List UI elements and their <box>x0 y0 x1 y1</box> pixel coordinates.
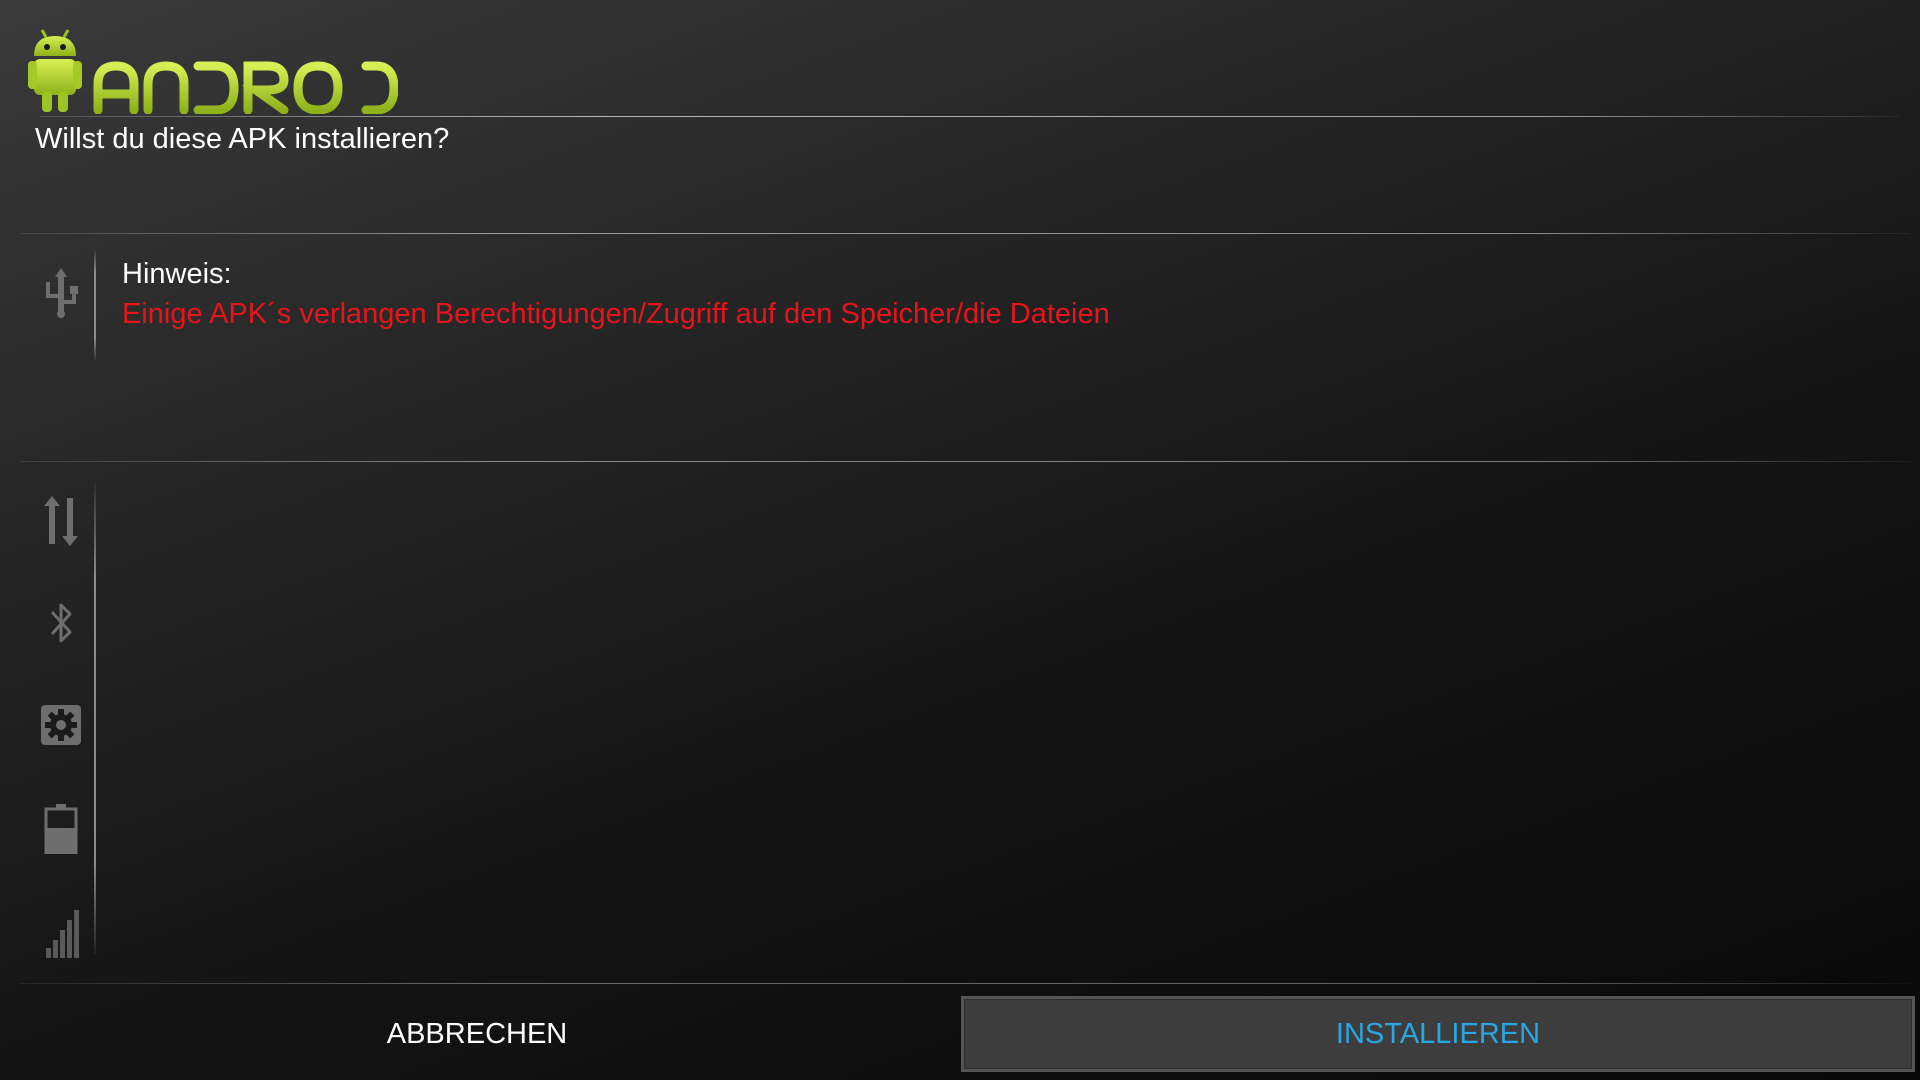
bluetooth-icon <box>38 598 84 648</box>
sidebar-separator <box>94 484 96 954</box>
android-logo <box>28 26 399 115</box>
notice-message: Einige APK´s verlangen Berechtigungen/Zu… <box>122 298 1110 330</box>
settings-icon <box>38 700 84 750</box>
install-question: Willst du diese APK installieren? <box>35 123 450 155</box>
notice-separator <box>94 250 96 360</box>
android-robot-icon <box>28 29 399 115</box>
header-divider <box>40 116 1900 117</box>
signal-icon <box>38 908 84 958</box>
usb-icon <box>38 268 84 318</box>
data-transfer-icon <box>38 496 84 546</box>
install-button[interactable]: INSTALLIEREN <box>961 996 1915 1072</box>
cancel-button[interactable]: ABBRECHEN <box>0 990 954 1078</box>
battery-icon <box>38 804 84 856</box>
section-divider-middle <box>20 461 1910 462</box>
bottom-divider <box>20 983 1910 984</box>
notice-label: Hinweis: <box>122 258 232 290</box>
section-divider-top <box>20 233 1910 234</box>
